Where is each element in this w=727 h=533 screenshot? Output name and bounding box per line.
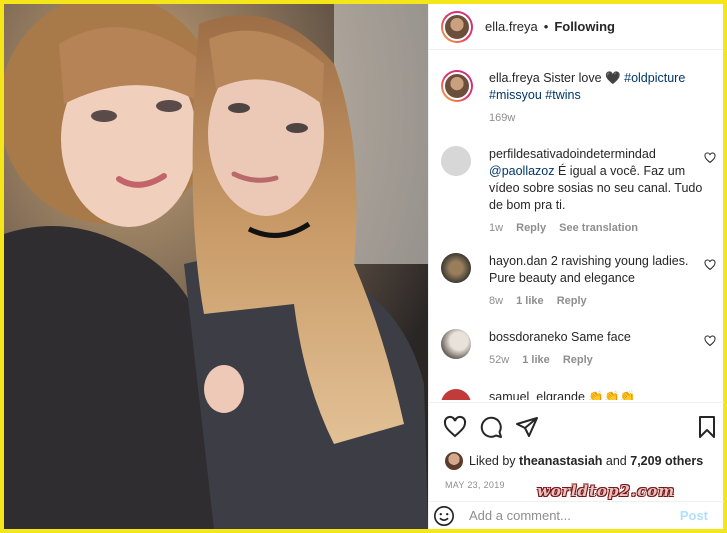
comment-likes[interactable]: 1 like bbox=[516, 295, 544, 307]
add-comment-bar: Post bbox=[429, 501, 724, 529]
author-username[interactable]: ella.freya bbox=[485, 19, 538, 34]
photo-image bbox=[4, 4, 428, 529]
heart-icon[interactable] bbox=[704, 259, 716, 271]
likes-others[interactable]: 7,209 others bbox=[630, 454, 703, 468]
author-avatar[interactable] bbox=[441, 10, 473, 43]
likes-and: and bbox=[605, 454, 627, 468]
comment-username[interactable]: samuel_elgrande bbox=[489, 390, 585, 400]
post-sidebar: ella.freya • Following ella.freya Sister… bbox=[428, 4, 724, 529]
hashtag-twins[interactable]: #twins bbox=[545, 88, 580, 102]
comment-likes[interactable]: 1 like bbox=[522, 354, 550, 366]
hashtag-missyou[interactable]: #missyou bbox=[489, 88, 542, 102]
caption-avatar[interactable] bbox=[441, 70, 473, 102]
liker-avatar[interactable] bbox=[445, 452, 463, 470]
commenter-avatar[interactable] bbox=[441, 146, 471, 176]
comment-text: Same face bbox=[571, 330, 631, 344]
caption-age: 169w bbox=[489, 112, 516, 124]
commenter-avatar[interactable] bbox=[441, 389, 471, 400]
action-bar bbox=[429, 402, 724, 450]
comment-text: 👏👏👏 bbox=[588, 390, 636, 400]
caption-text: Sister love bbox=[543, 71, 602, 85]
comment-age: 8w bbox=[489, 295, 504, 307]
comment-age: 52w bbox=[489, 354, 510, 366]
comment-username[interactable]: perfildesativadoindetermindad bbox=[489, 147, 656, 161]
reply-button[interactable]: Reply bbox=[516, 222, 546, 234]
comment-icon[interactable] bbox=[479, 415, 503, 439]
emoji-icon[interactable] bbox=[433, 505, 455, 527]
post-photo[interactable] bbox=[4, 4, 428, 529]
commenter-avatar[interactable] bbox=[441, 253, 471, 283]
heart-icon[interactable] bbox=[704, 335, 716, 347]
caption-emoji: 🖤 bbox=[605, 71, 621, 85]
comment-username[interactable]: hayon.dan bbox=[489, 254, 547, 268]
comments-list[interactable]: ella.freya Sister love 🖤 #oldpicture #mi… bbox=[429, 51, 724, 400]
watermark: worldtop2.com bbox=[537, 482, 676, 500]
save-icon[interactable] bbox=[695, 415, 719, 439]
likes-prefix: Liked by bbox=[469, 454, 516, 468]
comment-mention[interactable]: @paollazoz bbox=[489, 164, 555, 178]
following-button[interactable]: Following bbox=[554, 19, 615, 34]
likes-summary: Liked by theanastasiah and 7,209 others bbox=[445, 452, 703, 470]
liker-username[interactable]: theanastasiah bbox=[519, 454, 602, 468]
caption-username[interactable]: ella.freya bbox=[489, 71, 540, 85]
reply-button[interactable]: Reply bbox=[563, 354, 593, 366]
heart-icon[interactable] bbox=[704, 152, 716, 164]
hashtag-oldpicture[interactable]: #oldpicture bbox=[624, 71, 685, 85]
comment-input[interactable] bbox=[469, 508, 669, 523]
commenter-avatar[interactable] bbox=[441, 329, 471, 359]
comment-age: 1w bbox=[489, 222, 504, 234]
see-translation-button[interactable]: See translation bbox=[559, 222, 638, 234]
like-heart-icon[interactable] bbox=[443, 415, 467, 439]
share-icon[interactable] bbox=[515, 415, 539, 439]
post-date: MAY 23, 2019 bbox=[445, 480, 505, 490]
comment-username[interactable]: bossdoraneko bbox=[489, 330, 568, 344]
reply-button[interactable]: Reply bbox=[557, 295, 587, 307]
post-button[interactable]: Post bbox=[680, 508, 708, 523]
post-header: ella.freya • Following bbox=[429, 4, 723, 50]
header-separator: • bbox=[543, 19, 549, 34]
